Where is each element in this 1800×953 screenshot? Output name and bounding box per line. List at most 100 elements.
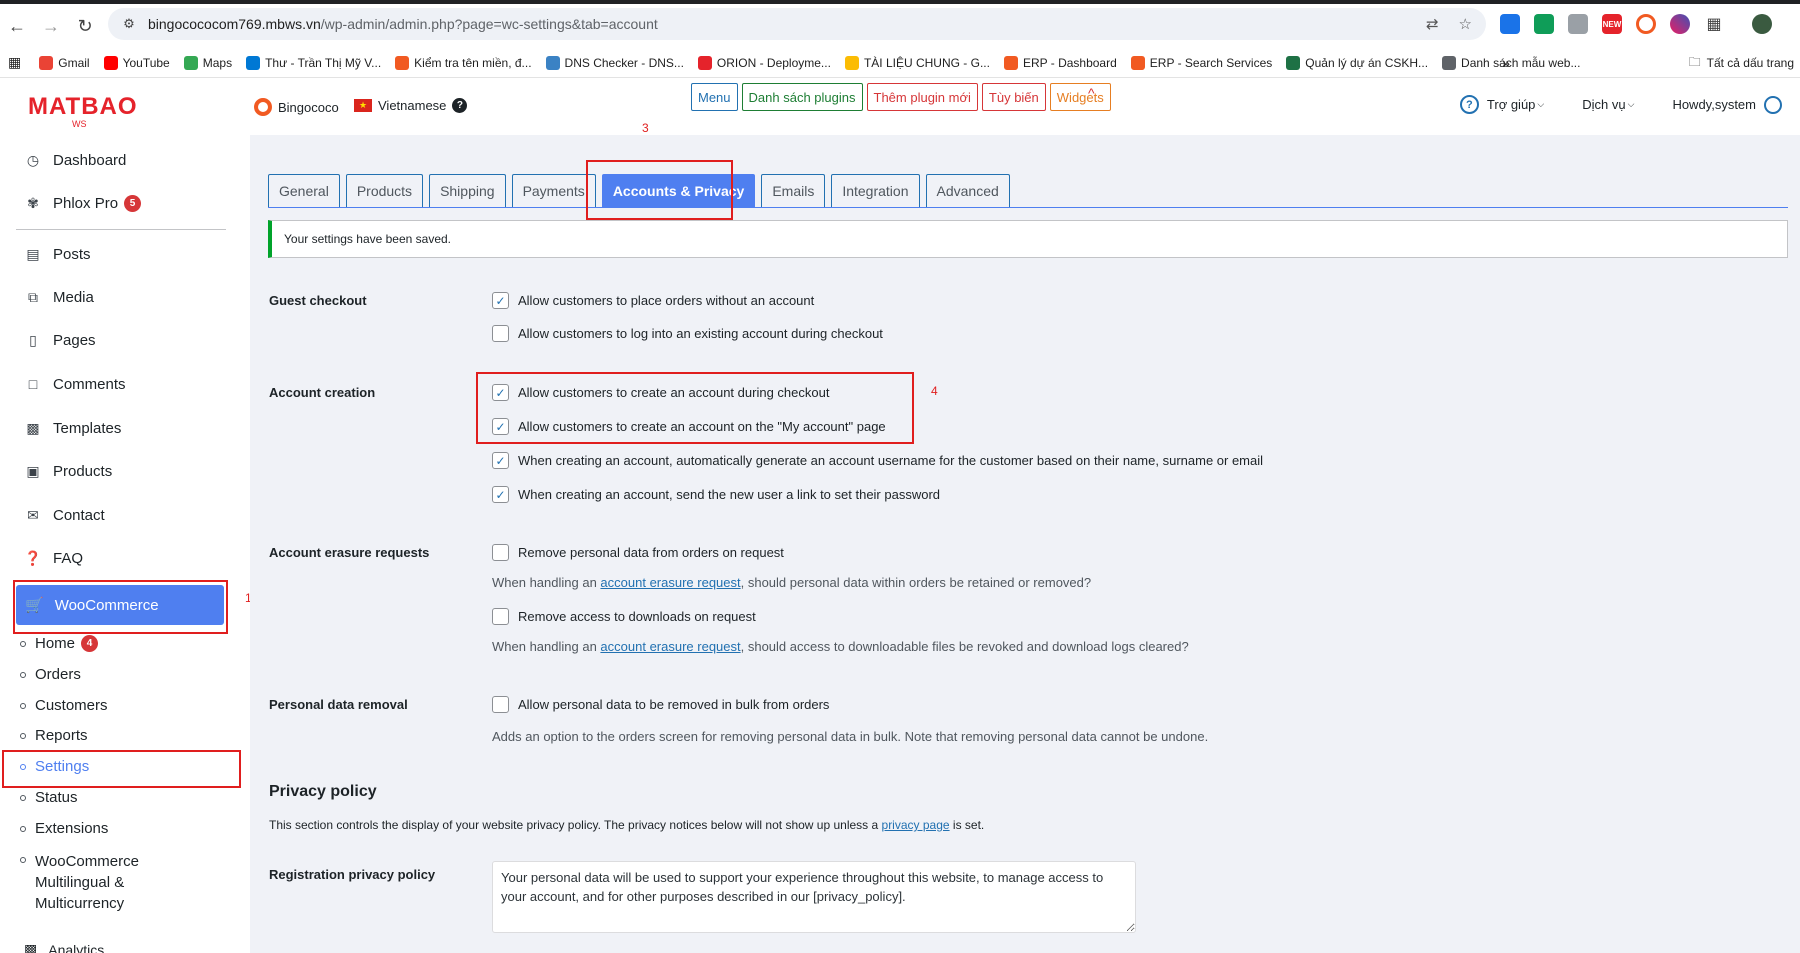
bookmark-star-icon[interactable]: ☆ <box>1459 15 1472 33</box>
sidebar-separator <box>16 229 226 230</box>
extension-new-icon[interactable]: NEW <box>1602 14 1622 34</box>
checkbox-bulk-removal[interactable] <box>492 696 509 713</box>
apps-grid-icon[interactable]: ▦ <box>8 54 21 71</box>
bookmark-item[interactable]: Kiểm tra tên miền, đ... <box>395 55 532 70</box>
submenu-status[interactable]: Status <box>20 789 78 806</box>
erasure-option-2[interactable]: Remove access to downloads on request <box>492 608 756 625</box>
registration-privacy-textarea[interactable]: Your personal data will be used to suppo… <box>492 861 1136 933</box>
bookmark-item[interactable]: Gmail <box>39 55 90 70</box>
forward-icon[interactable]: → <box>34 9 68 43</box>
checkbox-generate-username[interactable]: ✓ <box>492 452 509 469</box>
tab-products[interactable]: Products <box>345 174 424 207</box>
gmail-icon <box>39 55 54 70</box>
submenu-home[interactable]: Home 4 <box>20 635 99 652</box>
reload-icon[interactable]: ↻ <box>68 9 102 43</box>
checkbox-send-password-link[interactable]: ✓ <box>492 486 509 503</box>
site-info-icon[interactable]: ⚙ <box>120 15 138 33</box>
extensions-puzzle-icon[interactable]: ▦ <box>1704 14 1724 34</box>
erasure-option-1[interactable]: Remove personal data from orders on requ… <box>492 544 784 561</box>
help-question-icon[interactable]: ? <box>452 98 468 113</box>
help-menu[interactable]: ? Trợ giúp ⌵ <box>1459 95 1544 114</box>
extension-puzzle-green-icon[interactable] <box>1534 14 1554 34</box>
checkbox-guest-login[interactable] <box>492 325 509 342</box>
bookmarks-more-button[interactable]: » <box>1502 48 1510 78</box>
account-creation-option-4[interactable]: ✓ When creating an account, send the new … <box>492 486 940 503</box>
bookmark-item[interactable]: DNS Checker - DNS... <box>545 55 684 70</box>
services-menu[interactable]: Dịch vụ ⌵ <box>1582 97 1634 112</box>
tab-emails[interactable]: Emails <box>761 174 826 207</box>
submenu-multilingual[interactable]: WooCommerce Multilingual & Multicurrency <box>20 851 139 914</box>
sidebar-item-analytics[interactable]: ▩ Analytics <box>24 941 104 953</box>
sidebar-item-posts[interactable]: ▤ Posts <box>24 245 90 263</box>
tab-payments[interactable]: Payments <box>511 174 596 207</box>
collapse-caret-icon[interactable]: ^ <box>1088 85 1095 101</box>
extension-opera-icon[interactable] <box>1636 14 1656 34</box>
tab-general[interactable]: General <box>268 174 340 207</box>
checkbox-guest-orders[interactable]: ✓ <box>492 292 509 309</box>
account-creation-option-3[interactable]: ✓ When creating an account, automatically… <box>492 452 1263 469</box>
admin-sidebar: ◷ Dashboard ✾ Phlox Pro 5 ▤ Posts ⧉ Media ▯ Pa… <box>0 135 250 953</box>
plugins-list-button[interactable]: Danh sách plugins <box>741 83 863 111</box>
extension-color-icon[interactable] <box>1670 14 1690 34</box>
tab-shipping[interactable]: Shipping <box>429 174 506 207</box>
extension-tag-icon[interactable] <box>1500 14 1520 34</box>
submenu-customers[interactable]: Customers <box>20 697 108 714</box>
sidebar-item-media[interactable]: ⧉ Media <box>24 288 94 306</box>
guest-checkout-option-2[interactable]: Allow customers to log into an existing … <box>492 325 883 342</box>
customize-button[interactable]: Tùy biến <box>981 83 1046 111</box>
extensions-bar: NEW ▦ <box>1500 10 1772 38</box>
vietnam-flag-icon: ★ <box>354 99 372 112</box>
sidebar-item-pages[interactable]: ▯ Pages <box>24 331 95 349</box>
sidebar-item-contact[interactable]: ✉ Contact <box>24 506 105 524</box>
bookmark-item[interactable]: TÀI LIỆU CHUNG - G... <box>844 55 990 70</box>
widgets-button[interactable]: Widgets <box>1049 83 1111 111</box>
sidebar-item-faq[interactable]: ❓ FAQ <box>24 549 83 567</box>
templates-icon: ▩ <box>26 419 40 436</box>
add-plugin-button[interactable]: Thêm plugin mới <box>866 83 978 111</box>
sidebar-item-phlox-pro[interactable]: ✾ Phlox Pro 5 <box>24 194 142 212</box>
url-text[interactable]: bingocococom769.mbws.vn/wp-admin/admin.p… <box>148 16 658 32</box>
sidebar-item-products[interactable]: ▣ Products <box>24 462 112 480</box>
privacy-policy-description: This section controls the display of you… <box>269 818 985 832</box>
privacy-page-link[interactable]: privacy page <box>882 818 950 832</box>
erasure-request-link[interactable]: account erasure request <box>600 575 740 590</box>
language-switcher[interactable]: ★ Vietnamese ? <box>354 98 468 113</box>
submenu-reports[interactable]: Reports <box>20 727 88 744</box>
sidebar-item-dashboard[interactable]: ◷ Dashboard <box>24 151 127 169</box>
checkbox-remove-order-data[interactable] <box>492 544 509 561</box>
bookmark-item[interactable]: YouTube <box>103 55 170 70</box>
matbao-logo[interactable]: MATBAO <box>28 93 138 121</box>
site-name-link[interactable]: Bingococo <box>254 98 339 116</box>
camera-icon[interactable] <box>1568 14 1588 34</box>
guest-checkout-option-1[interactable]: ✓ Allow customers to place orders without… <box>492 292 814 309</box>
erasure-request-link-2[interactable]: account erasure request <box>600 639 740 654</box>
checkbox-remove-downloads[interactable] <box>492 608 509 625</box>
menu-button[interactable]: Menu <box>691 83 738 111</box>
bookmark-item[interactable]: Danh sách mẫu web... <box>1442 55 1580 70</box>
submenu-orders[interactable]: Orders <box>20 666 81 683</box>
all-bookmarks[interactable]: 🗀 Tất cả dấu trang <box>1689 48 1800 78</box>
data-removal-option[interactable]: Allow personal data to be removed in bul… <box>492 696 829 713</box>
submenu-extensions[interactable]: Extensions <box>20 820 108 837</box>
chevron-down-icon: ⌵ <box>1627 99 1635 109</box>
profile-avatar-icon[interactable] <box>1752 14 1772 34</box>
annotation-box-woocommerce <box>13 580 228 634</box>
address-bar[interactable]: ⚙ bingocococom769.mbws.vn/wp-admin/admin… <box>108 8 1486 40</box>
bookmark-item[interactable]: ERP - Dashboard <box>1003 55 1117 70</box>
translate-icon[interactable]: ⇄ <box>1426 15 1439 33</box>
tab-advanced[interactable]: Advanced <box>925 174 1010 207</box>
back-icon[interactable]: ← <box>0 9 34 43</box>
sidebar-item-comments[interactable]: □ Comments <box>24 375 126 393</box>
bookmark-item[interactable]: ORION - Deployme... <box>697 55 831 70</box>
tab-integration[interactable]: Integration <box>831 174 920 207</box>
phlox-badge: 5 <box>124 194 142 212</box>
data-removal-description: Adds an option to the orders screen for … <box>492 729 1209 744</box>
sidebar-item-templates[interactable]: ▩ Templates <box>24 419 121 437</box>
annotation-box-accounts-tab <box>586 160 733 220</box>
bookmark-item[interactable]: Quản lý dự án CSKH... <box>1286 55 1428 70</box>
bookmark-item[interactable]: Thư - Trần Thị Mỹ V... <box>246 55 381 70</box>
user-menu[interactable]: Howdy,system <box>1672 95 1782 114</box>
erasure-description-1: When handling an account erasure request… <box>492 575 1092 590</box>
bookmark-item[interactable]: Maps <box>183 55 232 70</box>
bookmark-item[interactable]: ERP - Search Services <box>1130 55 1272 70</box>
